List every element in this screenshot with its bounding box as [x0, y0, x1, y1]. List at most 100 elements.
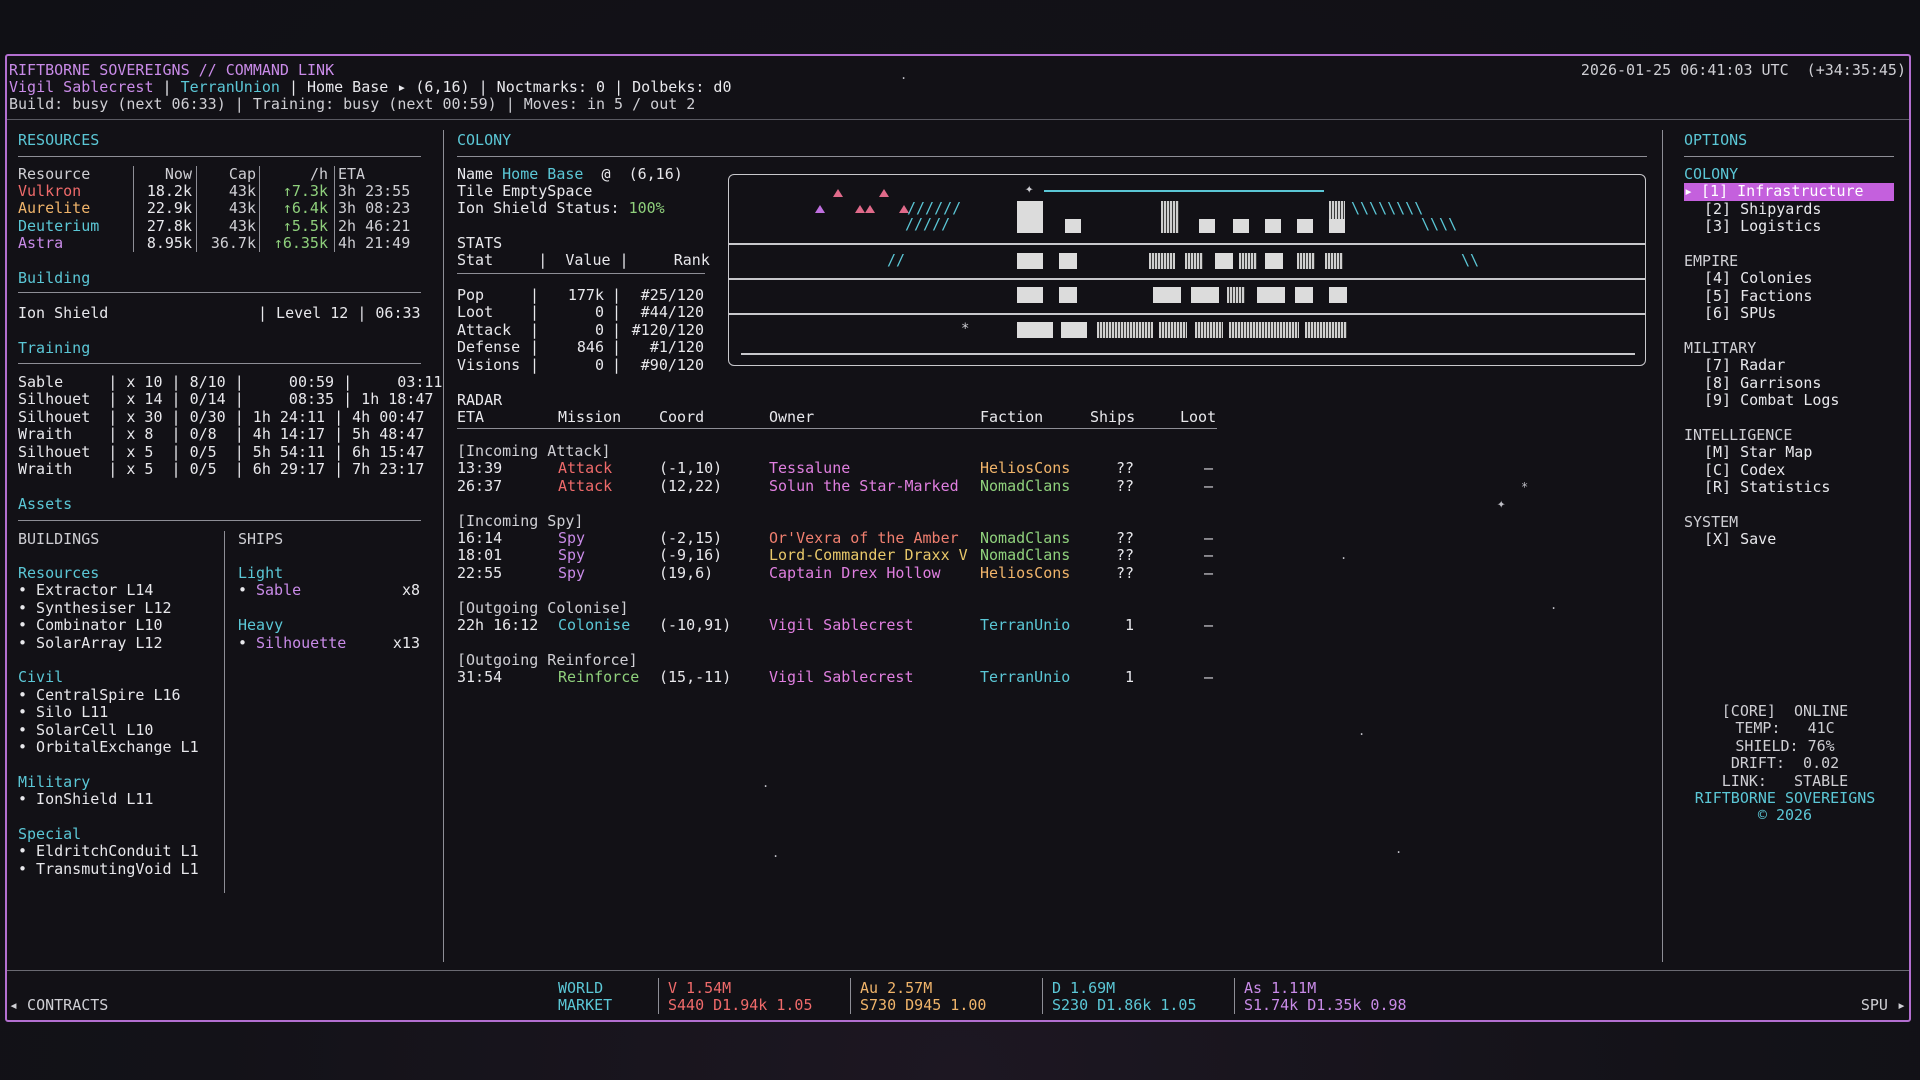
radar-coord[interactable]: (12,22)	[659, 477, 722, 495]
player-name[interactable]: Vigil Sablecrest	[9, 78, 154, 96]
building-item[interactable]: • Synthesiser L12	[18, 599, 172, 617]
building-name[interactable]: Ion Shield	[18, 304, 108, 322]
menu-item[interactable]: [C] Codex	[1704, 461, 1785, 479]
radar-eta: 22h 16:12	[457, 616, 539, 634]
radar-owner[interactable]: Vigil Sablecrest	[769, 668, 914, 686]
building-item[interactable]: • EldritchConduit L1	[18, 842, 199, 860]
resource-now: 8.95k	[146, 234, 192, 253]
radar-faction[interactable]: NomadClans	[980, 477, 1070, 495]
tower-block	[1149, 253, 1175, 269]
training-row[interactable]: Sable | x 10 | 8/10 | 00:59 | 03:11	[18, 373, 442, 391]
radar-owner[interactable]: Tessalune	[769, 459, 850, 477]
menu-item[interactable]: [4] Colonies	[1704, 269, 1812, 287]
training-row[interactable]: Wraith | x 5 | 0/5 | 6h 29:17 | 7h 23:17	[18, 460, 424, 478]
resources-col-sep	[133, 166, 134, 252]
menu-item[interactable]: [9] Combat Logs	[1704, 391, 1839, 409]
contracts-button[interactable]: ◂ CONTRACTS	[9, 996, 108, 1014]
radar-group-title: [Outgoing Colonise]	[457, 598, 629, 617]
resource-now: 22.9k	[146, 199, 192, 218]
radar-owner[interactable]: Vigil Sablecrest	[769, 616, 914, 634]
ship-class-title: Light	[238, 564, 284, 582]
stat-sep: |	[612, 320, 622, 339]
menu-item[interactable]: [7] Radar	[1704, 356, 1785, 374]
stat-value: 0	[594, 355, 604, 374]
market-resource[interactable]: D 1.69M	[1052, 979, 1115, 997]
tower-block	[1297, 219, 1313, 233]
menu-item[interactable]: [M] Star Map	[1704, 443, 1812, 461]
radar-coord[interactable]: (19,6)	[659, 564, 713, 582]
ship-name[interactable]: Silhouette	[256, 634, 346, 652]
training-row[interactable]: Silhouet | x 5 | 0/5 | 5h 54:11 | 6h 15:…	[18, 443, 424, 461]
radar-loot: –	[1204, 616, 1214, 634]
hazard-marker-icon	[879, 189, 889, 197]
radar-faction[interactable]: HeliosCons	[980, 459, 1070, 477]
spu-button[interactable]: SPU ▸	[1861, 996, 1906, 1014]
building-item[interactable]: • SolarCell L10	[18, 721, 153, 739]
radar-ships: ??	[1115, 476, 1134, 495]
radar-mission[interactable]: Spy	[558, 564, 585, 582]
menu-item[interactable]: [2] Shipyards	[1704, 200, 1821, 218]
radar-faction[interactable]: NomadClans	[980, 546, 1070, 564]
training-row[interactable]: Wraith | x 8 | 0/8 | 4h 14:17 | 5h 48:47	[18, 425, 424, 443]
radar-mission[interactable]: Spy	[558, 529, 585, 547]
radar-coord[interactable]: (-10,91)	[659, 616, 731, 634]
radar-mission[interactable]: Colonise	[558, 616, 630, 634]
tower-block	[1265, 219, 1281, 233]
radar-coord[interactable]: (15,-11)	[659, 668, 731, 686]
building-item[interactable]: • Silo L11	[18, 703, 108, 721]
market-resource[interactable]: As 1.11M	[1244, 979, 1316, 997]
radar-owner[interactable]: Solun the Star-Marked	[769, 477, 959, 495]
menu-item[interactable]: [6] SPUs	[1704, 304, 1776, 322]
radar-col-owner: Owner	[769, 408, 815, 426]
stat-value: 846	[576, 338, 604, 357]
tower-block	[1297, 253, 1315, 269]
radar-coord[interactable]: (-2,15)	[659, 529, 722, 547]
stat-sep: |	[530, 320, 540, 339]
training-row[interactable]: Silhouet | x 30 | 0/30 | 1h 24:11 | 4h 0…	[18, 408, 424, 426]
building-item[interactable]: • Combinator L10	[18, 616, 163, 634]
resources-col-eta: ETA	[338, 165, 366, 183]
radar-coord[interactable]: (-9,16)	[659, 546, 722, 564]
menu-item[interactable]: [X] Save	[1704, 530, 1776, 548]
building-group-title: Military	[18, 772, 91, 791]
market-resource[interactable]: Au 2.57M	[860, 979, 932, 997]
radar-mission[interactable]: Reinforce	[558, 668, 639, 686]
radar-mission[interactable]: Attack	[558, 477, 612, 495]
colony-name[interactable]: Home Base	[502, 165, 583, 183]
stat-value: 0	[594, 320, 604, 339]
tower-block	[1017, 201, 1043, 233]
radar-mission[interactable]: Spy	[558, 546, 585, 564]
building-item[interactable]: • OrbitalExchange L1	[18, 738, 199, 756]
radar-mission[interactable]: Attack	[558, 459, 612, 477]
tower-block	[1229, 322, 1299, 338]
training-row[interactable]: Silhouet | x 14 | 0/14 | 08:35 | 1h 18:4…	[18, 390, 433, 408]
ship-name[interactable]: Sable	[256, 581, 301, 599]
resource-name: Deuterium	[18, 216, 100, 235]
radar-faction[interactable]: TerranUnio	[980, 668, 1070, 686]
building-item[interactable]: • Extractor L14	[18, 581, 153, 599]
building-item[interactable]: • SolarArray L12	[18, 634, 163, 652]
ship-bullet: •	[238, 633, 248, 652]
menu-item[interactable]: [5] Factions	[1704, 287, 1812, 305]
menu-item[interactable]: [R] Statistics	[1704, 478, 1830, 496]
header-divider	[7, 119, 1909, 120]
radar-owner[interactable]: Or'Vexra of the Amber	[769, 529, 959, 547]
menu-item[interactable]: [8] Garrisons	[1704, 374, 1821, 392]
faction-name[interactable]: TerranUnion	[181, 78, 280, 96]
assets-heading: Assets	[18, 495, 73, 513]
building-item[interactable]: • TransmutingVoid L1	[18, 860, 199, 878]
radar-faction[interactable]: NomadClans	[980, 529, 1070, 547]
building-item[interactable]: • CentralSpire L16	[18, 686, 181, 704]
menu-item[interactable]: [3] Logistics	[1704, 217, 1821, 235]
tower-block	[1329, 201, 1345, 219]
radar-owner[interactable]: Lord-Commander Draxx V	[769, 546, 968, 564]
radar-owner[interactable]: Captain Drex Hollow	[769, 564, 941, 582]
radar-faction[interactable]: TerranUnio	[980, 616, 1070, 634]
market-resource[interactable]: V 1.54M	[668, 979, 731, 997]
radar-coord[interactable]: (-1,10)	[659, 459, 722, 477]
selected-menu-item[interactable]: ▸ [1] Infrastructure	[1684, 183, 1894, 201]
building-item[interactable]: • IonShield L11	[18, 790, 153, 808]
options-heading: OPTIONS	[1684, 131, 1748, 149]
radar-faction[interactable]: HeliosCons	[980, 564, 1070, 582]
resource-name: Vulkron	[18, 182, 82, 200]
